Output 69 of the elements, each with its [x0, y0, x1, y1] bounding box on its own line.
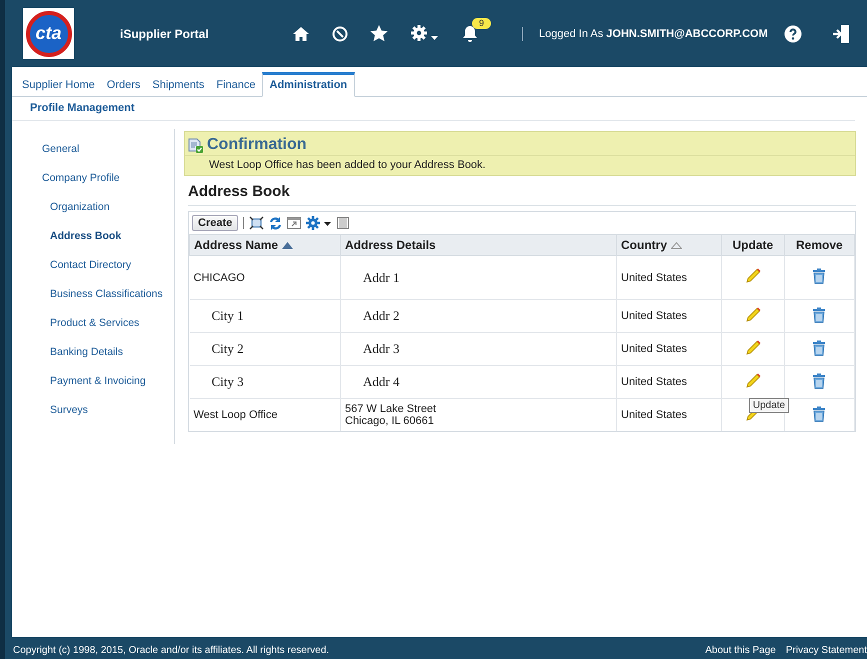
pencil-icon[interactable] [744, 268, 761, 284]
logo[interactable]: cta [23, 8, 74, 59]
pencil-icon[interactable] [744, 372, 761, 388]
address-name: City 1 [212, 308, 244, 323]
sidebar-item[interactable]: Organization [12, 199, 110, 228]
nav-tab[interactable]: Shipments [146, 79, 210, 96]
address-details: Addr 4 [363, 374, 400, 390]
notification-badge: 9 [472, 18, 492, 28]
app-title: iSupplier Portal [120, 26, 210, 40]
column-header[interactable]: Address Details [340, 234, 616, 256]
sidebar-item[interactable]: Surveys [12, 402, 88, 431]
star-icon[interactable] [370, 25, 388, 42]
sidebar-item[interactable]: Banking Details [12, 344, 123, 373]
nav-tab[interactable]: Administration [262, 72, 356, 97]
address-name: West Loop Office [194, 409, 278, 421]
tooltip: Update [748, 398, 790, 412]
sidebar-item[interactable]: Address Book [12, 228, 122, 257]
columns-icon[interactable] [337, 217, 350, 229]
address-details: 567 W Lake Street Chicago, IL 60661 [345, 403, 436, 427]
nav-tab[interactable]: Supplier Home [16, 79, 101, 96]
country: United States [621, 272, 688, 284]
copyright-text: Copyright (c) 1998, 2015, Oracle and/or its affiliates. All rights reserved. [13, 644, 330, 656]
country: United States [621, 343, 688, 355]
page-title: Address Book [188, 183, 856, 206]
logout-icon[interactable] [832, 24, 850, 44]
settings-icon[interactable] [410, 24, 440, 42]
column-header[interactable]: Address Name [190, 234, 340, 256]
footer-link[interactable]: Privacy Statement [786, 644, 867, 656]
help-icon[interactable] [784, 24, 802, 42]
confirmation-title: Confirmation [207, 136, 307, 154]
document-check-icon [188, 138, 203, 152]
confirmation-message: West Loop Office has been added to your Address Book. [208, 158, 487, 173]
trash-icon[interactable] [812, 372, 826, 388]
subtab-link[interactable]: Profile Management [30, 102, 135, 114]
column-header[interactable]: Country [616, 234, 722, 256]
sidebar-item[interactable]: Payment & Invoicing [12, 373, 146, 402]
footer-link[interactable]: About this Page [705, 644, 776, 656]
pencil-icon[interactable] [744, 340, 761, 356]
address-details: Addr 3 [363, 341, 400, 357]
sidebar-item[interactable]: Company Profile [12, 170, 120, 199]
nav-tab[interactable]: Orders [100, 79, 146, 96]
sort-ascending-icon[interactable] [282, 242, 294, 250]
column-header[interactable]: Remove [784, 234, 854, 256]
pencil-icon[interactable] [744, 306, 761, 322]
window-icon[interactable] [287, 217, 302, 229]
country: United States [621, 409, 688, 421]
column-header[interactable]: Update [722, 234, 784, 256]
address-name: City 2 [212, 341, 244, 356]
address-name: City 3 [212, 374, 244, 389]
address-name: CHICAGO [194, 272, 245, 284]
home-icon[interactable] [292, 26, 310, 42]
trash-icon[interactable] [812, 406, 826, 422]
trash-icon[interactable] [812, 340, 826, 356]
user-info: Logged In As JOHN.SMITH@ABCCORP.COM [539, 28, 768, 40]
refresh-icon[interactable] [269, 216, 282, 230]
sidebar-item[interactable]: Product & Services [12, 315, 140, 344]
sidebar-item[interactable]: Business Classifications [12, 286, 163, 315]
sidebar-item[interactable]: Contact Directory [12, 257, 132, 286]
create-button[interactable]: Create [192, 215, 238, 231]
address-details: Addr 1 [363, 270, 400, 286]
trash-icon[interactable] [812, 306, 826, 322]
trash-icon[interactable] [812, 268, 826, 284]
address-details: Addr 2 [363, 308, 400, 324]
sidebar-item[interactable]: General [12, 141, 80, 170]
bell-icon[interactable] [462, 24, 478, 42]
country: United States [621, 310, 688, 322]
nav-tab[interactable]: Finance [210, 79, 262, 96]
settings-icon[interactable] [306, 216, 332, 230]
country: United States [621, 376, 688, 388]
